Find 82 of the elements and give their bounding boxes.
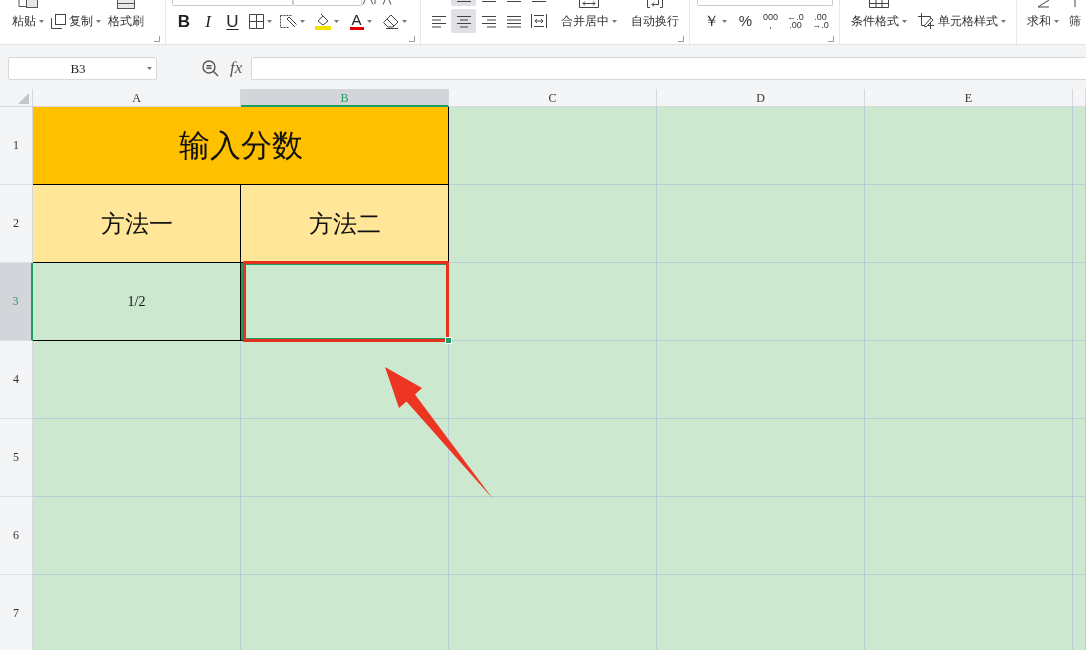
caret-icon [1054,20,1059,23]
title-cell[interactable]: 输入分数 [33,107,449,185]
copy-icon [51,13,66,29]
row-header[interactable]: 5 [0,419,33,497]
decimal-button[interactable]: ←.0 .00 [783,9,808,33]
font-size-field[interactable] [293,0,362,6]
bold-button[interactable]: B [172,9,196,33]
launcher-icon[interactable] [678,36,684,42]
row-header[interactable]: 2 [0,185,33,263]
font-name-field[interactable] [172,0,293,6]
copy-button[interactable]: 复制 [48,9,104,33]
function-label[interactable]: fx [230,58,243,78]
font-color-button[interactable]: A [344,9,377,33]
caret-icon [902,20,907,23]
fill-handle[interactable] [445,337,452,344]
line-icon [531,0,546,3]
column-header[interactable]: A [33,89,241,107]
name-box[interactable]: B3 [8,57,157,80]
thousands-button[interactable]: 000 , [758,9,783,33]
percent-button[interactable]: % [733,9,758,33]
caret-icon [96,19,101,23]
zoom-icon[interactable] [202,60,219,77]
format-painter-button[interactable]: 格式刷 [104,0,148,34]
pattern-fill-icon [279,13,297,29]
cell-style-button[interactable]: 单元格样式 [914,9,1010,33]
column-header[interactable]: D [657,89,865,107]
column-header[interactable]: C [449,89,657,107]
merge-center-button[interactable]: 合并居中 [556,0,622,34]
distribute-icon [530,14,547,28]
align-center-icon [456,14,471,28]
line-icon [456,0,471,3]
merge-icon [579,0,599,8]
justify-icon [506,14,521,28]
launcher-icon[interactable] [828,36,834,42]
table-icon [869,0,889,8]
launcher-icon[interactable] [409,36,415,42]
number-format-field[interactable] [697,0,833,6]
header-cell[interactable]: 方法二 [241,185,449,263]
wrap-text-button[interactable]: 自动换行 [627,0,683,34]
filter-button[interactable]: 筛 [1066,0,1084,34]
line-icon [1072,0,1078,8]
table-cell[interactable]: 1/2 [33,263,241,341]
cell-style-icon [918,13,935,29]
caret-icon [147,67,152,70]
align-button[interactable] [451,9,476,33]
caret-icon [333,19,339,23]
row-header[interactable]: 6 [0,497,33,575]
eraser-icon [382,13,399,29]
sum-button[interactable]: 求和 [1024,0,1062,34]
column-header[interactable] [1073,89,1086,107]
grow-font-icon[interactable] [362,0,378,5]
caret-icon [1001,19,1006,23]
decimal-button[interactable]: .00 →.0 [808,9,833,33]
header-cell[interactable]: 方法一 [33,185,241,263]
align-right-icon [481,14,496,28]
align-left-icon [431,14,446,28]
paste-button[interactable]: 粘贴 [8,0,48,34]
paint-bucket-icon [314,12,331,30]
caret-icon [612,20,617,23]
select-all-icon[interactable] [18,93,29,104]
caret-icon [299,19,305,23]
line-icon [481,0,496,3]
caret-icon [721,19,727,23]
conditional-format-button[interactable]: 条件格式 [848,0,910,34]
column-header[interactable]: E [865,89,1073,107]
underline-button[interactable]: U [220,9,245,33]
currency-button[interactable]: ￥ [697,9,733,33]
italic-button[interactable]: I [196,9,220,33]
borders-icon [248,13,264,29]
caret-icon [39,20,44,23]
vertical-align-button[interactable] [451,0,476,6]
row-header[interactable]: 1 [0,107,33,185]
formula-input[interactable] [251,57,1086,80]
angle-icon [1036,0,1050,8]
row-header[interactable]: 4 [0,341,33,419]
line-icon [506,0,521,3]
launcher-icon[interactable] [154,36,160,42]
caret-icon [266,19,272,23]
caret-icon [366,19,372,23]
color-swatch-icon [349,26,364,30]
wrap-icon [646,0,664,9]
caret-icon [402,19,407,23]
